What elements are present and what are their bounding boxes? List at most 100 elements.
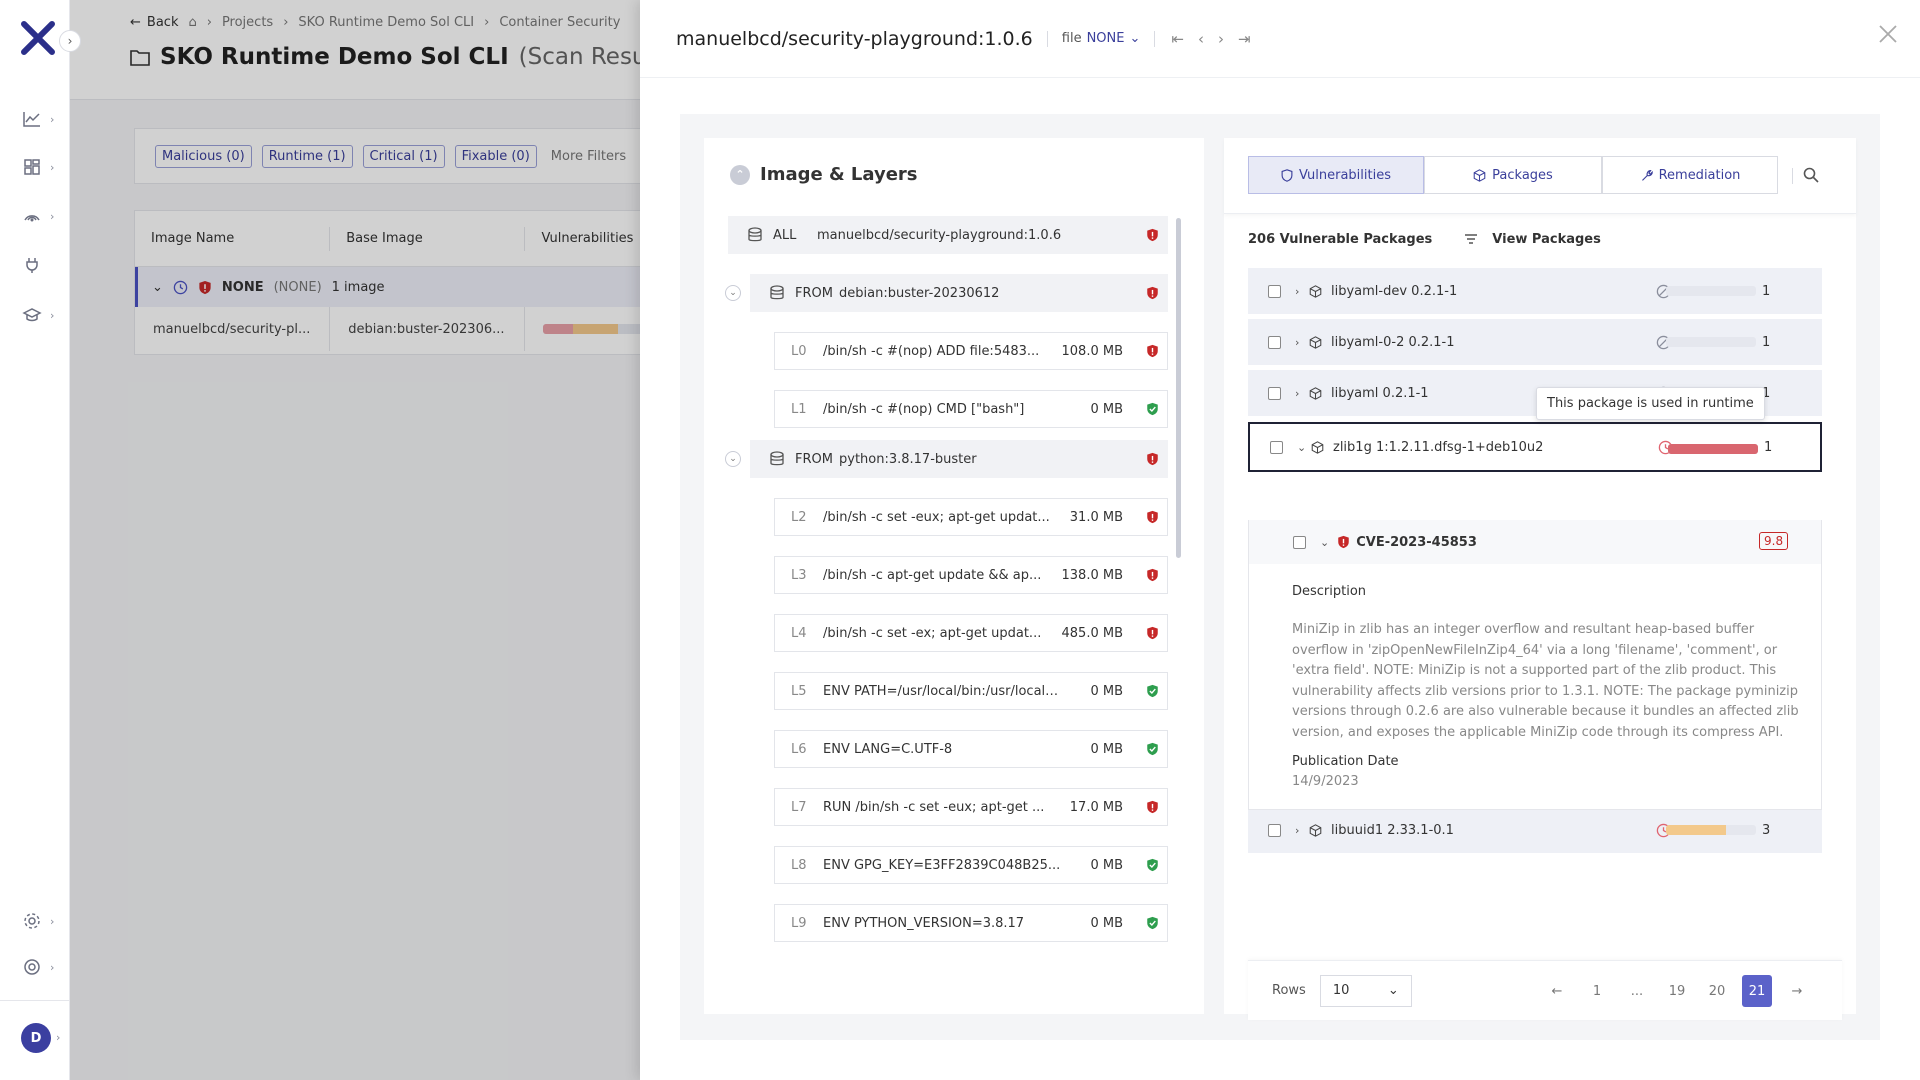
scrollbar[interactable] [1176, 218, 1181, 558]
rail-item-help[interactable]: › [22, 954, 66, 980]
package-icon [1309, 386, 1325, 400]
severity-bar [1668, 444, 1758, 454]
layer-row[interactable]: L8 ENV GPG_KEY=E3FF2839C048B25... 0 MB [774, 846, 1168, 884]
layer-row[interactable]: L7 RUN /bin/sh -c set -eux; apt-get ... 17… [774, 788, 1168, 826]
layer-size: 17.0 MB [1069, 799, 1123, 815]
tab-vulnerabilities[interactable]: Vulnerabilities [1248, 156, 1424, 194]
chevron-right-icon: › [50, 914, 55, 928]
layer-row[interactable]: L2/bin/sh -c set -eux; apt-get updat... 3… [774, 498, 1168, 536]
modal-backdrop[interactable] [70, 0, 640, 1080]
close-icon[interactable] [1876, 22, 1900, 46]
rail-item-settings[interactable]: › [22, 908, 66, 934]
shield-check-icon [1137, 858, 1167, 872]
layer-id: L9 [791, 915, 807, 931]
package-row[interactable]: › libyaml-dev 0.2.1-1 1 [1248, 268, 1822, 314]
layer-row[interactable]: L6 ENV LANG=C.UTF-8 0 MB [774, 730, 1168, 768]
publication-date-label: Publication Date [1292, 754, 1399, 769]
runtime-tooltip: This package is used in runtime [1536, 387, 1765, 420]
package-checkbox[interactable] [1270, 440, 1283, 454]
expand-rail-button[interactable]: › [59, 30, 81, 52]
left-rail: › › › › › › › D › [0, 0, 81, 1080]
prev-page-arrow-icon[interactable]: ← [1542, 975, 1572, 1007]
layer-row[interactable]: L9 ENV PYTHON_VERSION=3.8.17 0 MB [774, 904, 1168, 942]
rows-per-page-select[interactable]: 10 ⌄ [1319, 974, 1412, 1007]
layer-id: L6 [791, 741, 807, 757]
all-label: ALL [773, 227, 797, 243]
tabs-bar: Vulnerabilities Packages Remediation [1224, 138, 1856, 214]
shield-check-icon [1137, 916, 1167, 930]
page-link[interactable]: 20 [1702, 975, 1732, 1007]
shield-alert-icon [1337, 535, 1350, 549]
package-row[interactable]: › libuuid1 2.33.1-0.1 3 [1248, 807, 1822, 853]
collapse-group-icon[interactable]: ⌄ [725, 285, 741, 301]
rail-item-academy[interactable]: › [22, 302, 66, 328]
layer-id: L7 [791, 799, 807, 815]
chevron-right-icon[interactable]: › [1295, 336, 1309, 349]
page-link[interactable]: 19 [1662, 975, 1692, 1007]
layer-row[interactable]: L3/bin/sh -c apt-get update && ap... 138.… [774, 556, 1168, 594]
chevron-down-icon[interactable]: ⌄ [1320, 536, 1329, 549]
rail-item-integrations[interactable] [22, 252, 66, 278]
gear-icon [24, 913, 40, 929]
tab-packages[interactable]: Packages [1424, 156, 1602, 194]
view-packages-button[interactable]: View Packages [1492, 232, 1601, 247]
chevron-right-icon[interactable]: › [1295, 824, 1309, 837]
layer-size: 0 MB [1090, 857, 1123, 873]
package-checkbox[interactable] [1268, 335, 1281, 349]
user-avatar[interactable]: D [21, 1023, 51, 1053]
last-arrow-icon[interactable]: ⇥ [1238, 30, 1251, 48]
prev-arrow-icon[interactable]: ‹ [1198, 30, 1204, 48]
rail-item-analytics[interactable]: › [22, 106, 66, 132]
layer-size: 31.0 MB [1069, 509, 1123, 525]
wrench-icon [1641, 169, 1653, 181]
chevron-right-icon[interactable]: › [1295, 285, 1309, 298]
image-details-drawer: manuelbcd/security-playground:1.0.6 file… [640, 0, 1920, 1080]
layer-row[interactable]: L1/bin/sh -c #(nop) CMD ["bash"] 0 MB [774, 390, 1168, 428]
layer-row[interactable]: L4/bin/sh -c set -ex; apt-get updat... 48… [774, 614, 1168, 652]
layers-title: ⌃ Image & Layers [730, 164, 918, 185]
layer-size: 485.0 MB [1061, 625, 1123, 641]
chevron-down-icon: ⌄ [1129, 31, 1141, 46]
database-icon [751, 451, 795, 467]
file-selector[interactable]: file NONE ⌄ [1062, 31, 1141, 46]
rail-item-dashboards[interactable]: › [22, 154, 66, 180]
base-image-name: python:3.8.17-buster [839, 451, 977, 467]
layer-all-row[interactable]: ALL manuelbcd/security-playground:1.0.6 [728, 216, 1168, 254]
rail-item-runtime[interactable]: › [22, 203, 66, 229]
next-page-arrow-icon[interactable]: → [1782, 975, 1812, 1007]
chevron-down-icon: ⌄ [1387, 983, 1399, 998]
package-row[interactable]: ⌄ zlib1g 1:1.2.11.dfsg-1+deb10u2 1 [1248, 422, 1822, 472]
page-link[interactable]: 1 [1582, 975, 1612, 1007]
layer-row[interactable]: L5 ENV PATH=/usr/local/bin:/usr/local/s..… [774, 672, 1168, 710]
cve-checkbox[interactable] [1293, 535, 1306, 549]
package-checkbox[interactable] [1268, 386, 1281, 400]
cve-row[interactable]: ⌄ CVE-2023-45853 9.8 [1248, 520, 1822, 564]
layers-collapse-icon[interactable]: ⌃ [730, 164, 750, 185]
logo-icon[interactable] [20, 20, 56, 56]
layer-from-row[interactable]: FROM python:3.8.17-buster [750, 440, 1168, 478]
chevron-right-icon[interactable]: › [1295, 387, 1309, 400]
shield-alert-icon [1137, 286, 1167, 300]
package-checkbox[interactable] [1268, 284, 1281, 298]
page-link-current[interactable]: 21 [1742, 975, 1772, 1007]
shield-alert-icon [1137, 800, 1167, 814]
search-icon[interactable] [1802, 166, 1820, 184]
pagination: Rows 10 ⌄ ← 1 ... 19 20 21 → [1248, 960, 1842, 1020]
first-arrow-icon[interactable]: ⇤ [1171, 30, 1184, 48]
layer-from-row[interactable]: FROM debian:buster-20230612 [750, 274, 1168, 312]
collapse-group-icon[interactable]: ⌄ [725, 451, 741, 467]
publication-date: 14/9/2023 [1292, 774, 1359, 789]
package-checkbox[interactable] [1268, 823, 1281, 837]
filter-icon[interactable] [1462, 230, 1480, 248]
severity-bar [1666, 825, 1756, 835]
next-arrow-icon[interactable]: › [1218, 30, 1224, 48]
layer-size: 0 MB [1090, 683, 1123, 699]
chevron-right-icon: › [50, 112, 55, 126]
layer-row[interactable]: L0/bin/sh -c #(nop) ADD file:5483... 108.… [774, 332, 1168, 370]
chevron-down-icon[interactable]: ⌄ [1297, 441, 1311, 454]
layer-size: 138.0 MB [1061, 567, 1123, 583]
layer-command: ENV LANG=C.UTF-8 [823, 741, 953, 757]
tab-remediation[interactable]: Remediation [1602, 156, 1778, 194]
shield-alert-icon [1137, 568, 1167, 582]
package-row[interactable]: › libyaml-0-2 0.2.1-1 1 [1248, 319, 1822, 365]
